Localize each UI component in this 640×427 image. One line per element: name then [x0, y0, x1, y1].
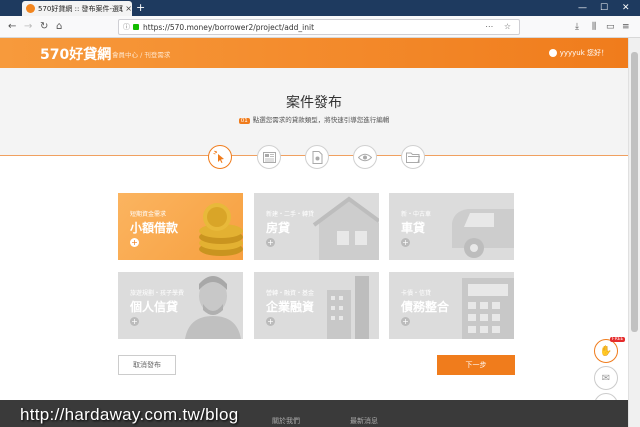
header-links[interactable]: 會員中心 / 刊登需求 [112, 49, 170, 59]
page-title: 案件發布 [286, 95, 342, 111]
user-icon [548, 49, 557, 57]
page-hero: 案件發布 01 點選您需求的貸款類型，將快速引導您進行編輯 [0, 68, 628, 156]
watermark-text: http://hardaway.com.tw/blog [20, 405, 239, 424]
maximize-icon[interactable]: ☐ [600, 2, 608, 14]
tab-title: 570好貸網 :: 發布案件-選取案件 [38, 4, 124, 13]
footer-link-about[interactable]: 關於我們 [272, 416, 300, 426]
car-icon [452, 209, 514, 258]
menu-icon[interactable]: ≡ [622, 20, 630, 34]
folder-icon [401, 145, 425, 169]
step-badge: 01 [238, 118, 250, 124]
sidebar-icon[interactable]: ▭ [606, 20, 615, 34]
card-business-loan[interactable]: 營轉・融資・基金 企業融資 + [254, 272, 379, 339]
free-badge: FREE [610, 337, 626, 342]
cursor-click-icon [208, 145, 232, 169]
step-indicator [0, 145, 628, 169]
gift-icon: ✋ [599, 345, 613, 357]
user-greeting-text: yyyyuk 您好！ [559, 49, 608, 57]
card-personal-loan[interactable]: 旅遊規劃・孩子學費 個人信貸 + [118, 272, 243, 339]
cancel-button[interactable]: 取消發布 [118, 355, 176, 375]
tab-close-icon[interactable]: × [125, 4, 132, 13]
promo-gift-button[interactable]: ✋ [594, 339, 618, 363]
url-actions[interactable]: ⋯ ☆ [485, 22, 515, 31]
library-icon[interactable]: ⫼ [592, 20, 596, 34]
close-window-icon[interactable]: ✕ [622, 2, 630, 14]
card-small-loan[interactable]: 短期資金需求 小額借款 + [118, 193, 243, 260]
back-icon[interactable]: ← [8, 20, 16, 34]
favicon-icon [26, 4, 35, 13]
plus-icon: + [130, 238, 139, 247]
coins-icon [199, 203, 243, 256]
minimize-icon[interactable]: — [578, 2, 587, 14]
mail-icon: ✉ [601, 372, 611, 384]
card-subtitle: 卡債・信貸 [401, 290, 432, 297]
document-icon [305, 145, 329, 169]
building-icon [327, 276, 369, 339]
house-icon [312, 196, 379, 260]
footer-link-news[interactable]: 最新消息 [350, 416, 378, 426]
new-tab-button[interactable]: + [136, 1, 145, 15]
browser-tab[interactable]: 570好貸網 :: 發布案件-選取案件 × [22, 1, 132, 16]
url-bar[interactable]: ⓘ https://570.money/borrower2/project/ad… [118, 19, 520, 35]
calculator-icon [462, 278, 514, 339]
lock-icon [133, 24, 139, 30]
card-title: 車貸 [401, 221, 426, 235]
mail-button[interactable]: ✉ [594, 366, 618, 390]
card-mortgage[interactable]: 新建・二手・轉貸 房貸 + [254, 193, 379, 260]
scroll-thumb[interactable] [631, 52, 638, 332]
card-subtitle: 短期資金需求 [130, 211, 167, 218]
site-logo[interactable]: 570好貸網 [40, 44, 111, 64]
info-icon[interactable]: ⓘ [123, 22, 130, 32]
reload-icon[interactable]: ↻ [40, 20, 48, 34]
card-subtitle: 新・中古車 [401, 211, 432, 218]
card-title: 個人信貸 [130, 300, 179, 314]
page-subtitle-text: 點選您需求的貸款類型，將快速引導您進行編輯 [252, 116, 390, 124]
card-subtitle: 營轉・融資・基金 [266, 290, 315, 297]
home-icon[interactable]: ⌂ [56, 20, 62, 34]
plus-icon: + [401, 238, 410, 247]
browser-titlebar: 570好貸網 :: 發布案件-選取案件 × + — ☐ ✕ [0, 0, 640, 16]
plus-icon: + [266, 317, 275, 326]
card-car-loan[interactable]: 新・中古車 車貸 + [389, 193, 514, 260]
url-text[interactable]: https://570.money/borrower2/project/add_… [143, 23, 314, 32]
download-icon[interactable]: ⤓ [575, 20, 579, 34]
plus-icon: + [266, 238, 275, 247]
user-greeting[interactable]: yyyyuk 您好！ [548, 48, 608, 58]
person-icon [185, 276, 241, 339]
browser-toolbar: ← → ↻ ⌂ ⓘ https://570.money/borrower2/pr… [0, 16, 640, 38]
card-title: 小額借款 [130, 221, 179, 235]
newspaper-icon [257, 145, 281, 169]
card-subtitle: 旅遊規劃・孩子學費 [130, 290, 185, 297]
card-title: 房貸 [266, 221, 291, 235]
card-title: 企業融資 [266, 300, 315, 314]
eye-icon [353, 145, 377, 169]
page-subtitle: 01 點選您需求的貸款類型，將快速引導您進行編輯 [0, 114, 628, 124]
plus-icon: + [401, 317, 410, 326]
next-button[interactable]: 下一步 [437, 355, 515, 375]
plus-icon: + [130, 317, 139, 326]
card-title: 債務整合 [401, 300, 450, 314]
page-scrollbar[interactable] [628, 38, 640, 427]
card-debt-consolidation[interactable]: 卡債・信貸 債務整合 + [389, 272, 514, 339]
site-header: 570好貸網 會員中心 / 刊登需求 yyyyuk 您好！ [0, 38, 628, 68]
forward-icon[interactable]: → [24, 20, 32, 34]
card-subtitle: 新建・二手・轉貸 [266, 211, 315, 218]
